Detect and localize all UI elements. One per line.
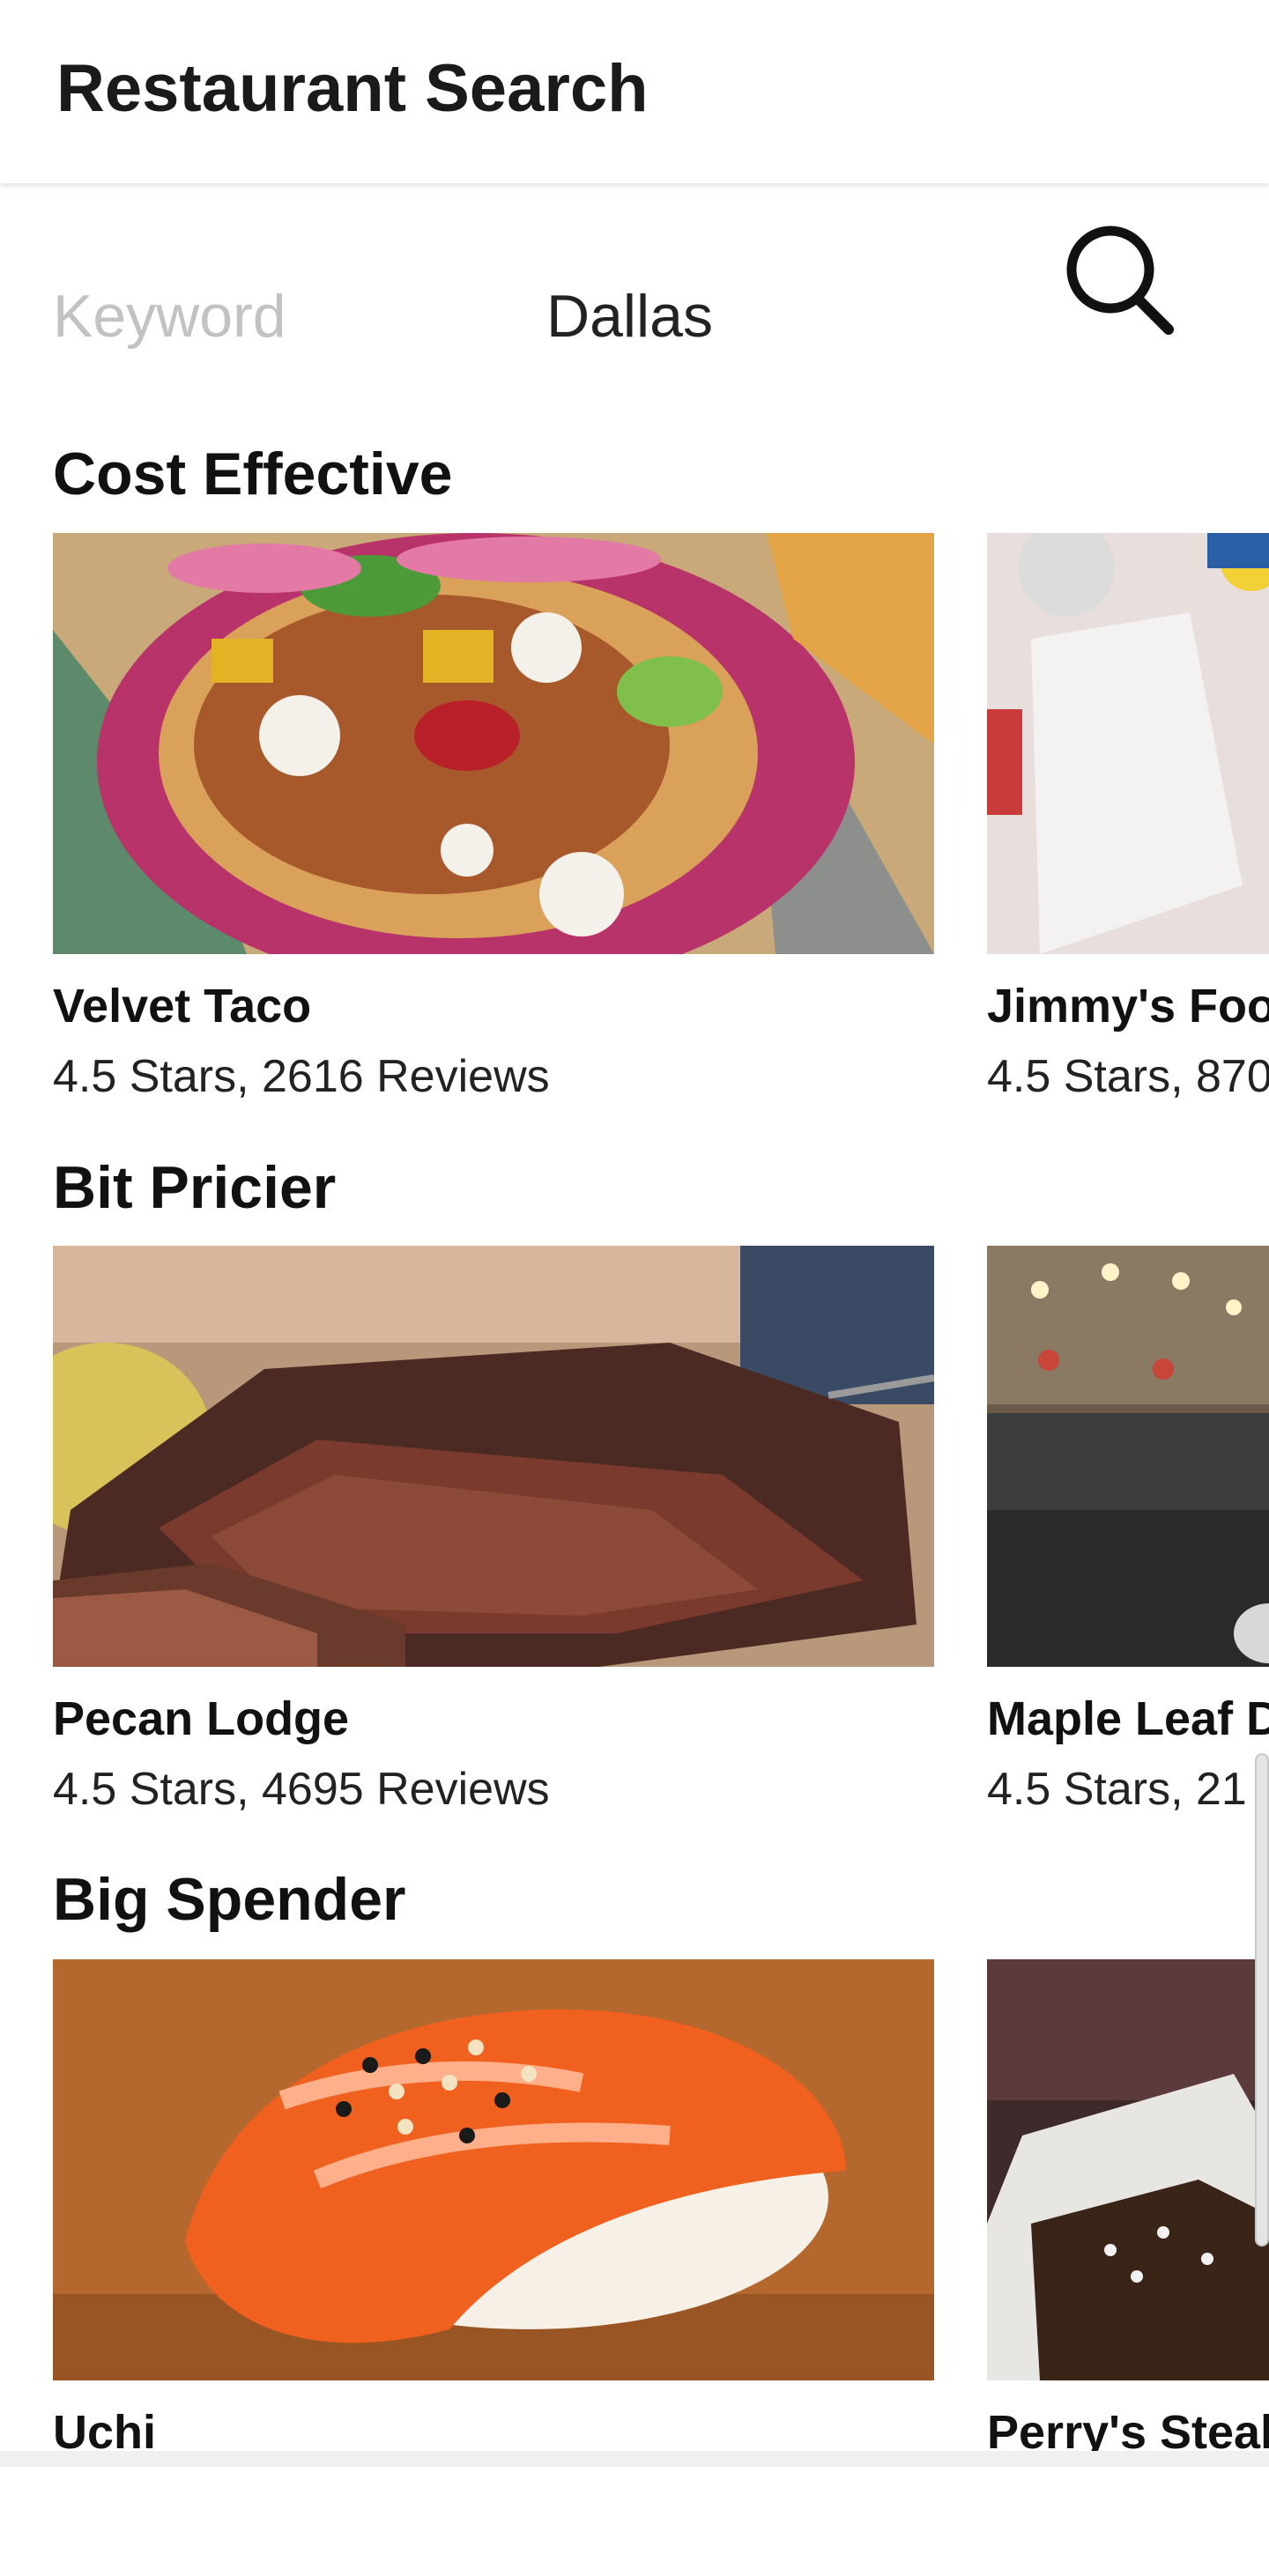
section-title: Big Spender [53,1866,406,1933]
scrollbar[interactable] [1255,1753,1269,2247]
restaurant-rating: 4.5 Stars, 870 Reviews [987,1051,1269,1102]
section-title: Cost Effective [53,440,453,507]
keyword-input[interactable] [53,268,476,365]
restaurant-rating: 4.5 Stars, 21 [987,1764,1247,1815]
restaurant-carousel[interactable]: Pecan Lodge 4.5 Stars, 4695 Reviews Mapl… [0,1246,1269,1862]
search-button[interactable] [1058,218,1181,342]
restaurant-rating: 4.5 Stars, 2616 Reviews [53,1051,550,1102]
restaurant-carousel[interactable]: Uchi Perry's Steakhouse [0,1959,1269,2576]
bottom-edge [0,2451,1269,2467]
restaurant-name: Pecan Lodge [53,1692,350,1745]
restaurant-rating: 4.5 Stars, 4695 Reviews [53,1764,550,1815]
restaurant-photo [53,1246,934,1667]
app-header: Restaurant Search [0,0,1269,183]
restaurant-name: Jimmy's Food Store [987,980,1269,1033]
location-input[interactable] [546,268,1005,365]
restaurant-photo [987,1959,1269,2380]
page-title: Restaurant Search [56,51,649,126]
restaurant-carousel[interactable]: Velvet Taco 4.5 Stars, 2616 Reviews Jimm… [0,533,1269,1150]
restaurant-photo [53,533,934,954]
restaurant-photo [987,533,1269,954]
restaurant-photo [987,1246,1269,1667]
search-icon [1066,226,1174,335]
restaurant-name: Maple Leaf Diner [987,1692,1269,1745]
search-bar [0,183,1269,430]
restaurant-photo [53,1959,934,2380]
restaurant-name: Velvet Taco [53,980,312,1033]
section-title: Bit Pricier [53,1154,337,1221]
